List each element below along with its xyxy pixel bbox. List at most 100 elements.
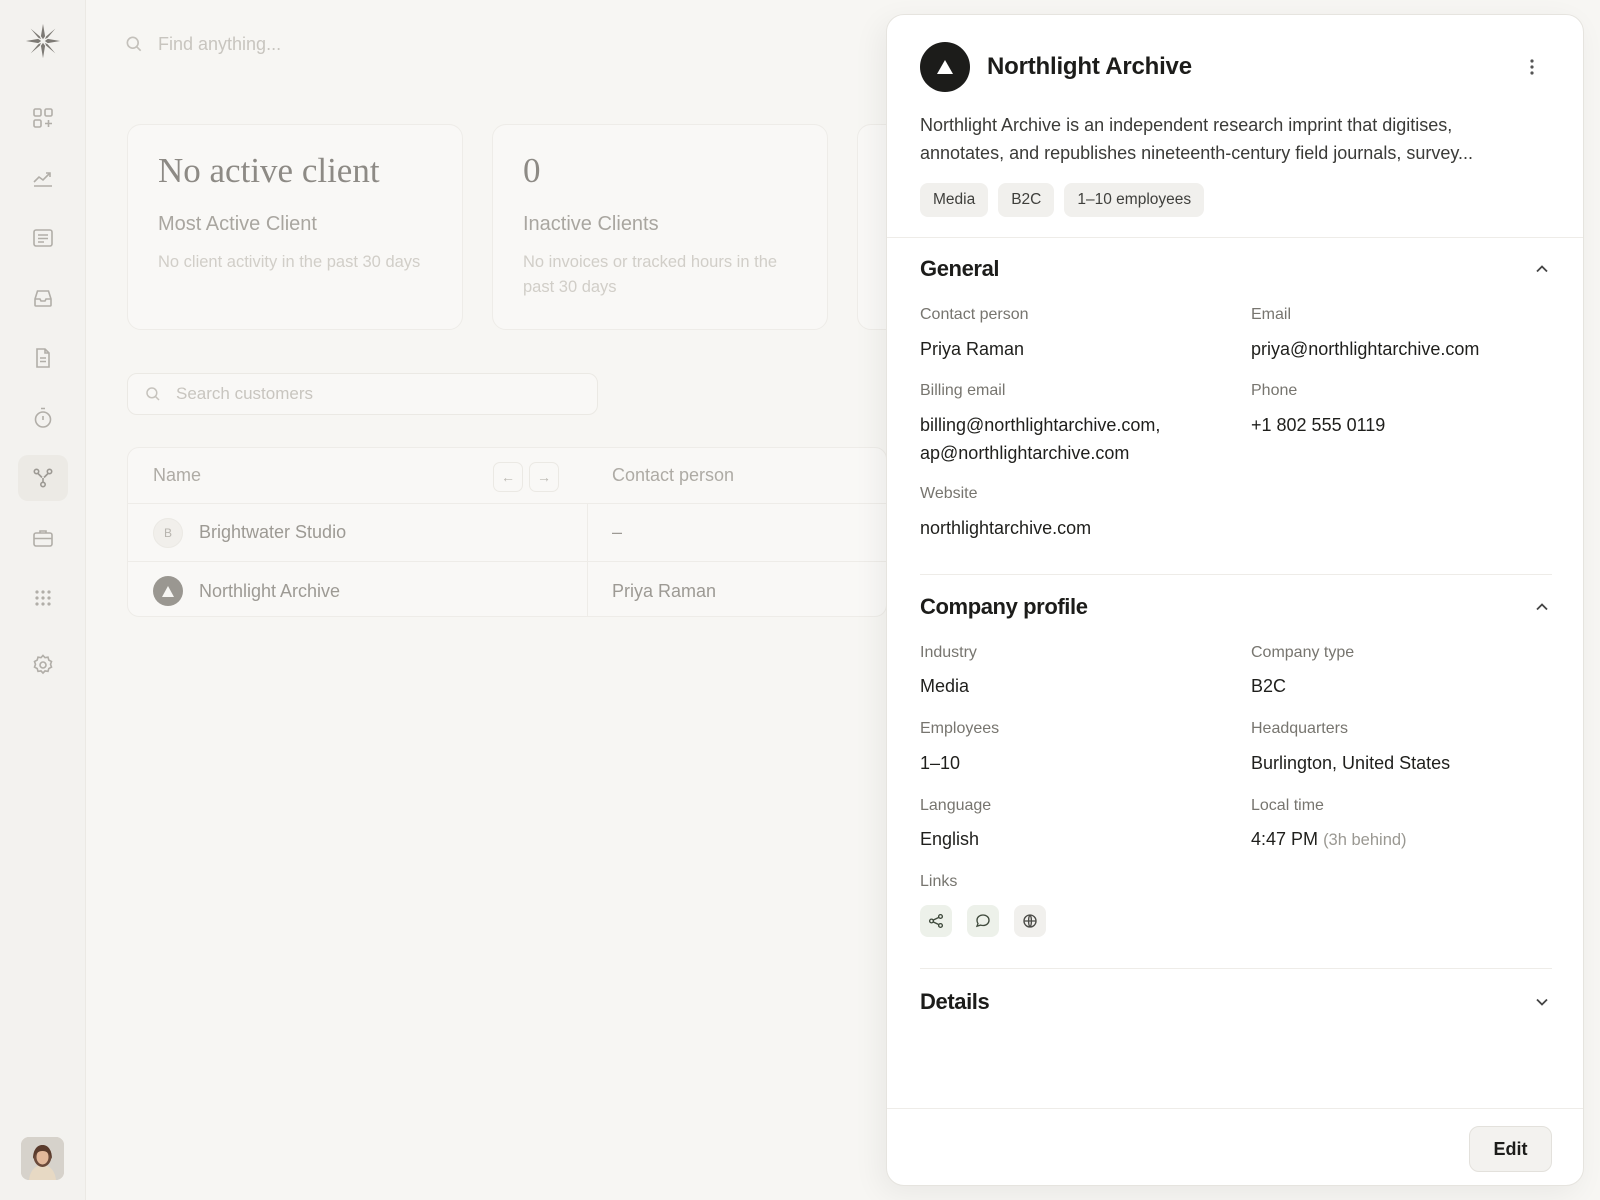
sidebar-item-customers[interactable] [18,455,68,501]
arrow-right-icon: → [537,469,551,485]
customer-name-cell: B Brightwater Studio [153,504,346,561]
stat-subtext: No invoices or tracked hours in the past… [523,253,778,296]
brand-logo-icon[interactable] [24,22,62,60]
local-time: 4:47 PM [1251,829,1319,849]
field-label: Company type [1251,644,1355,661]
contact-cell: Priya Raman [612,580,717,601]
column-header-contact[interactable]: Contact person [612,448,734,503]
divider [920,968,1552,969]
links-group [920,905,1046,937]
more-vertical-icon [1530,59,1534,75]
section-header-company-profile[interactable]: Company profile [920,589,1552,625]
share-icon [928,913,944,929]
company-tags: Media B2C 1–10 employees [920,183,1205,217]
billing-email-value-2[interactable]: ap@northlightarchive.com [920,439,1129,467]
share-link-button[interactable] [920,905,952,937]
customers-table: Name ← → Contact person B Brightwater St… [127,447,887,617]
tag: 1–10 employees [1064,183,1205,217]
sidebar-item-settings[interactable] [18,642,68,688]
field-label: Links [920,873,958,890]
field-label: Phone [1251,382,1298,399]
inbox-tray-icon [34,290,52,307]
field-label: Contact person [920,306,1029,323]
billing-email-value-1[interactable]: billing@northlightarchive.com, [920,411,1160,439]
section-header-details[interactable]: Details [920,984,1552,1020]
stat-value: 0 [523,151,541,190]
user-avatar[interactable] [21,1137,64,1180]
file-icon [36,348,50,368]
gear-icon [33,654,53,675]
tag: B2C [998,183,1055,217]
sidebar-item-apps[interactable] [18,575,68,621]
local-time-value: 4:47 PM (3h behind) [1251,825,1407,854]
website-value[interactable]: northlightarchive.com [920,514,1091,542]
globe-icon [1023,914,1037,928]
stopwatch-icon [34,407,52,428]
document-lines-icon [33,229,53,247]
global-search[interactable] [124,28,524,60]
sidebar-item-notes[interactable] [18,215,68,261]
time-offset: (3h behind) [1323,831,1407,849]
chat-bubble-icon [975,914,990,928]
customer-logo-icon [153,576,183,606]
stat-subtext: No client activity in the past 30 days [158,253,421,271]
language-value: English [920,829,980,849]
widgets-icon [33,108,53,128]
chevron-down-icon [1536,998,1548,1006]
customer-name-cell: Northlight Archive [153,562,341,616]
field-label: Local time [1251,797,1324,814]
customer-search[interactable] [127,373,598,415]
phone-value[interactable]: +1 802 555 0119 [1251,411,1385,439]
divider [920,574,1552,575]
sidebar-item-time-tracking[interactable] [18,395,68,441]
field-label: Industry [920,644,977,661]
global-search-input[interactable] [158,33,458,55]
customer-name: Brightwater Studio [199,522,347,542]
chevron-up-icon [1536,265,1548,273]
search-icon [146,387,160,401]
sidebar-item-invoices[interactable] [18,335,68,381]
chat-link-button[interactable] [967,905,999,937]
column-header-name[interactable]: Name [153,448,201,503]
search-icon [126,36,142,52]
email-value[interactable]: priya@northlightarchive.com [1251,335,1479,363]
customer-name: Northlight Archive [199,580,341,601]
briefcase-icon [33,530,53,547]
contact-cell: – [612,522,623,542]
stat-label: Inactive Clients [523,213,659,235]
customer-search-input[interactable] [176,384,556,404]
table-row[interactable]: Northlight Archive Priya Raman [128,562,886,616]
stat-card-inactive: 0 Inactive Clients No invoices or tracke… [492,124,828,330]
sidebar-item-projects[interactable] [18,515,68,561]
field-label: Employees [920,720,1000,737]
section-title: Company profile [920,594,1088,619]
stat-label: Most Active Client [158,213,317,235]
scroll-right-button[interactable]: → [529,462,559,492]
stat-value: No active client [158,151,380,190]
company-description: Northlight Archive is an independent res… [920,115,1473,163]
edit-button[interactable]: Edit [1469,1126,1552,1172]
field-label: Billing email [920,382,1006,399]
sidebar-item-reports[interactable] [18,155,68,201]
company-type-value: B2C [1251,676,1287,696]
more-options-button[interactable] [1521,55,1543,79]
industry-value: Media [920,676,970,696]
tag: Media [920,183,989,217]
field-label: Headquarters [1251,720,1348,737]
customer-detail-panel: Northlight Archive Northlight Archive is… [886,14,1584,1186]
contact-person-value: Priya Raman [920,339,1025,359]
sidebar-item-dashboard[interactable] [18,95,68,141]
chevron-up-icon [1536,603,1548,611]
footer-divider [887,1108,1583,1109]
trend-chart-icon [33,172,52,187]
section-header-general[interactable]: General [920,251,1552,287]
field-label: Website [920,485,978,502]
website-link-button[interactable] [1014,905,1046,937]
scroll-left-button[interactable]: ← [493,462,523,492]
field-label: Language [920,797,992,814]
stat-card-most-active: No active client Most Active Client No c… [127,124,463,330]
sidebar-item-inbox[interactable] [18,275,68,321]
employees-value: 1–10 [920,753,961,773]
section-title: Details [920,989,990,1014]
table-row[interactable]: B Brightwater Studio – [128,504,886,562]
